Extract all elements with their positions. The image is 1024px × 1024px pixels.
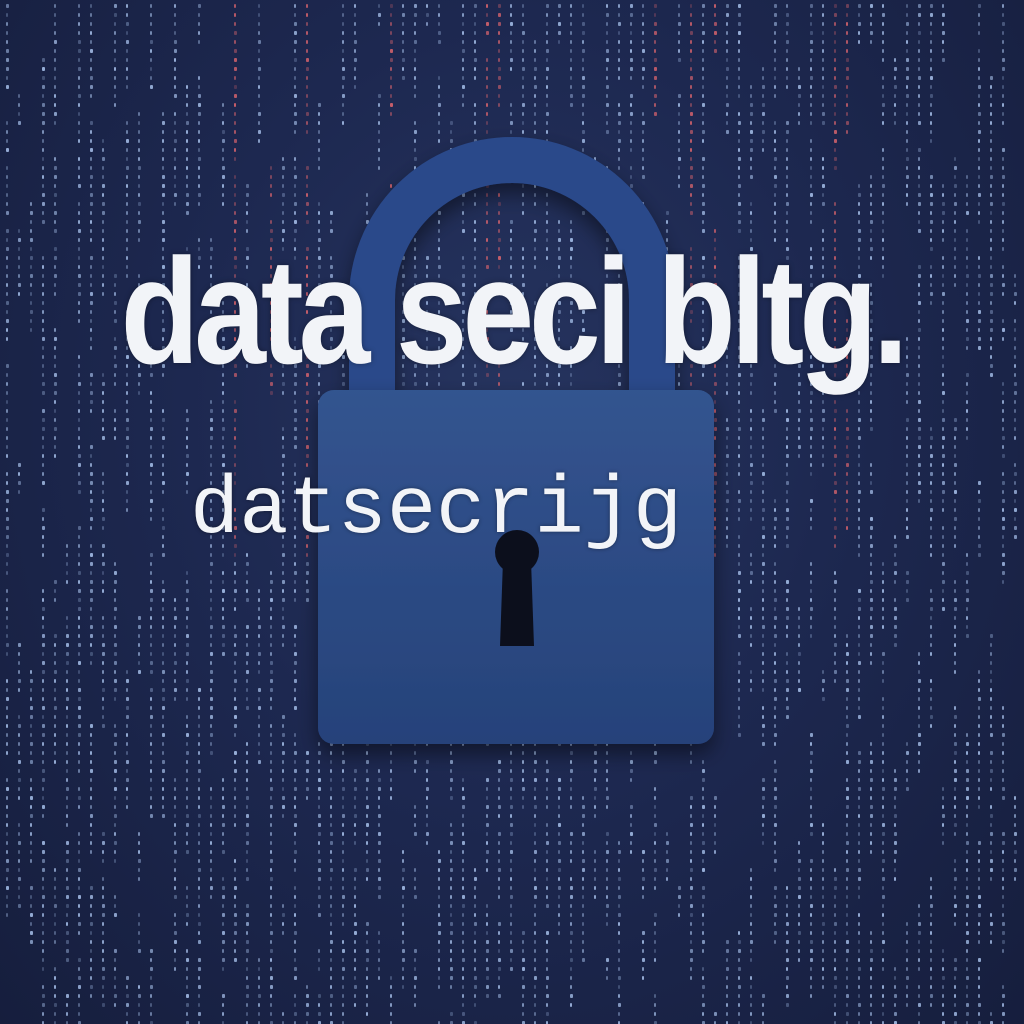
scene: data seci bltg. datsecrijg	[0, 0, 1024, 1024]
